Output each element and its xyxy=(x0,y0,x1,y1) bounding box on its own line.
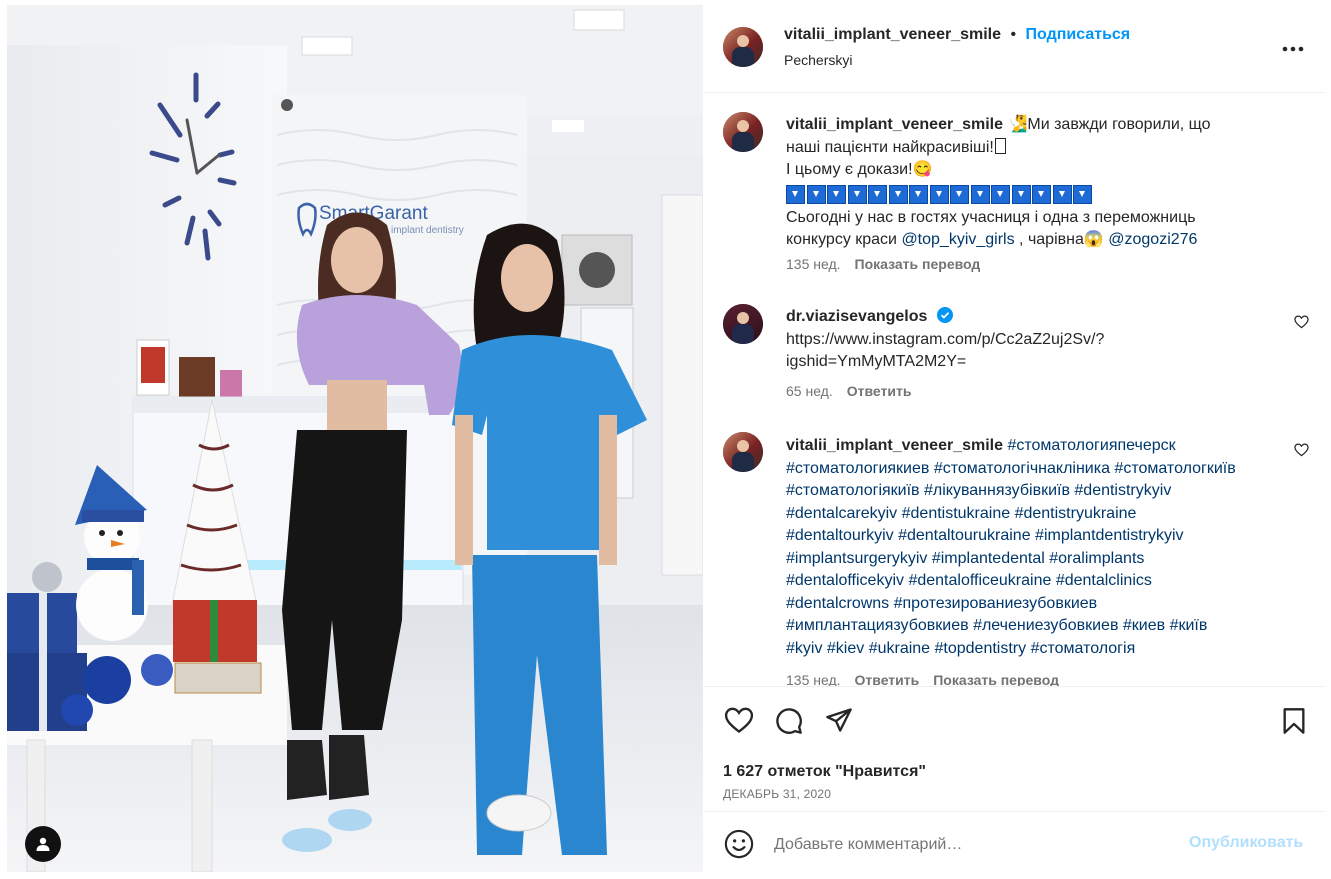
comment-2-reply-button[interactable]: Ответить xyxy=(855,672,920,686)
comment-1-like-button[interactable] xyxy=(1294,315,1309,334)
post-side-panel: vitalii_implant_veneer_smile • Подписать… xyxy=(704,5,1325,872)
comment-2-translate-button[interactable]: Показать перевод xyxy=(933,672,1059,686)
user-tag-button[interactable] xyxy=(25,826,61,862)
caption-time[interactable]: 135 нед. xyxy=(786,256,841,272)
save-button[interactable] xyxy=(1282,707,1306,740)
share-icon xyxy=(826,708,852,732)
caption-line-6-mid: , чарівна xyxy=(1014,231,1084,248)
hashtag-line[interactable]: #dentalcarekyiv #dentistukraine #dentist… xyxy=(786,503,1306,526)
hashtag-line[interactable]: #dentalofficekyiv #dentalofficeukraine #… xyxy=(786,570,1306,593)
caption-line-5: Сьогодні у нас в гостях учасниця і одна … xyxy=(786,208,1196,226)
location-link[interactable]: Pecherskyi xyxy=(784,52,852,68)
mention-link-2[interactable]: @zogozi276 xyxy=(1108,231,1197,248)
verified-badge-icon xyxy=(936,307,953,323)
comment-1-reply-button[interactable]: Ответить xyxy=(847,383,912,399)
commenter-username[interactable]: dr.viazisevangelos xyxy=(786,308,927,325)
comment-1-line-2: igshid=YmMyMTA2M2Y= xyxy=(786,353,967,370)
commenter-avatar[interactable] xyxy=(723,432,763,472)
more-options-button[interactable] xyxy=(1282,39,1304,57)
likes-count[interactable]: 1 627 отметок "Нравится" xyxy=(723,763,926,781)
follow-button[interactable]: Подписаться xyxy=(1026,26,1131,43)
comment-1-line-1: https://www.instagram.com/p/Cc2aZ2uj2Sv/… xyxy=(786,330,1105,348)
caption-emoji-3: 😋 xyxy=(912,161,933,178)
comment-2-like-button[interactable] xyxy=(1294,443,1309,462)
hashtag-line[interactable]: #стоматологіякиїв #лікуваннязубівкиїв #d… xyxy=(786,480,1306,503)
heart-icon xyxy=(1294,443,1309,457)
author-avatar[interactable] xyxy=(723,27,763,67)
publish-button[interactable]: Опубликовать xyxy=(1189,834,1303,852)
hashtag-line[interactable]: #kyiv #kiev #ukraine #topdentistry #стом… xyxy=(786,638,1306,661)
caption-line-2: наші пацієнти найкрасивіші! xyxy=(786,138,994,156)
post-actions: 1 627 отметок "Нравится" ДЕКАБРЬ 31, 202… xyxy=(704,686,1325,812)
more-horizontal-icon xyxy=(1282,46,1304,52)
hashtag-line[interactable]: #dentaltourkyiv #dentaltourukraine #impl… xyxy=(786,525,1306,548)
bookmark-icon xyxy=(1283,708,1305,734)
header-separator: • xyxy=(1010,26,1017,43)
heart-icon xyxy=(1294,315,1309,329)
comment-button[interactable] xyxy=(775,707,803,740)
caption-translate-button[interactable]: Показать перевод xyxy=(855,256,981,272)
author-username[interactable]: vitalii_implant_veneer_smile xyxy=(784,26,1001,43)
caption-arrows-row xyxy=(786,182,1286,207)
hashtag-link[interactable]: #стоматологияпечерск xyxy=(1007,437,1175,454)
like-button[interactable] xyxy=(724,707,754,739)
clinic-sign-subtext: implant dentistry xyxy=(391,225,464,236)
person-icon xyxy=(36,837,50,851)
comment-input[interactable] xyxy=(772,831,1176,859)
share-button[interactable] xyxy=(825,707,853,738)
post-header: vitalii_implant_veneer_smile • Подписать… xyxy=(704,5,1325,93)
post-date[interactable]: ДЕКАБРЬ 31, 2020 xyxy=(723,787,831,801)
add-comment-bar: Опубликовать xyxy=(704,811,1325,873)
comments-list[interactable]: vitalii_implant_veneer_smile 🧏‍♂Ми завжд… xyxy=(704,93,1325,686)
hashtag-line[interactable]: #implantsurgerykyiv #implantedental #ora… xyxy=(786,548,1306,571)
hashtag-line[interactable]: #dentalcrowns #протезированиезубовкиев xyxy=(786,593,1306,616)
caption-line-1: Ми завжди говорили, що xyxy=(1027,116,1211,133)
clinic-photo: SmartGarant implant dentistry xyxy=(7,5,703,872)
caption-avatar[interactable] xyxy=(723,112,763,152)
caption-line-6: конкурсу краси xyxy=(786,231,902,248)
emoji-icon xyxy=(724,829,754,859)
hashtag-line[interactable]: #стоматологиякиев #стоматологічнакліника… xyxy=(786,458,1306,481)
hashtag-line[interactable]: #имплантациязубовкиев #лечениезубовкиев … xyxy=(786,615,1306,638)
caption-emoji-1: 🧏‍♂ xyxy=(1007,116,1028,133)
caption-username[interactable]: vitalii_implant_veneer_smile xyxy=(786,116,1003,133)
caption-line-3: І цьому є докази! xyxy=(786,161,913,178)
mention-link-1[interactable]: @top_kyiv_girls xyxy=(901,231,1014,248)
comment-1-time[interactable]: 65 нед. xyxy=(786,383,833,399)
heart-icon xyxy=(724,707,754,734)
post-photo[interactable]: SmartGarant implant dentistry xyxy=(7,5,703,872)
emoji-picker-button[interactable] xyxy=(724,829,754,864)
caption-emoji-6: 😱 xyxy=(1083,231,1104,248)
comment-icon xyxy=(776,708,802,734)
comment-2-time[interactable]: 135 нед. xyxy=(786,672,841,686)
commenter-username[interactable]: vitalii_implant_veneer_smile xyxy=(786,437,1003,454)
commenter-avatar[interactable] xyxy=(723,304,763,344)
